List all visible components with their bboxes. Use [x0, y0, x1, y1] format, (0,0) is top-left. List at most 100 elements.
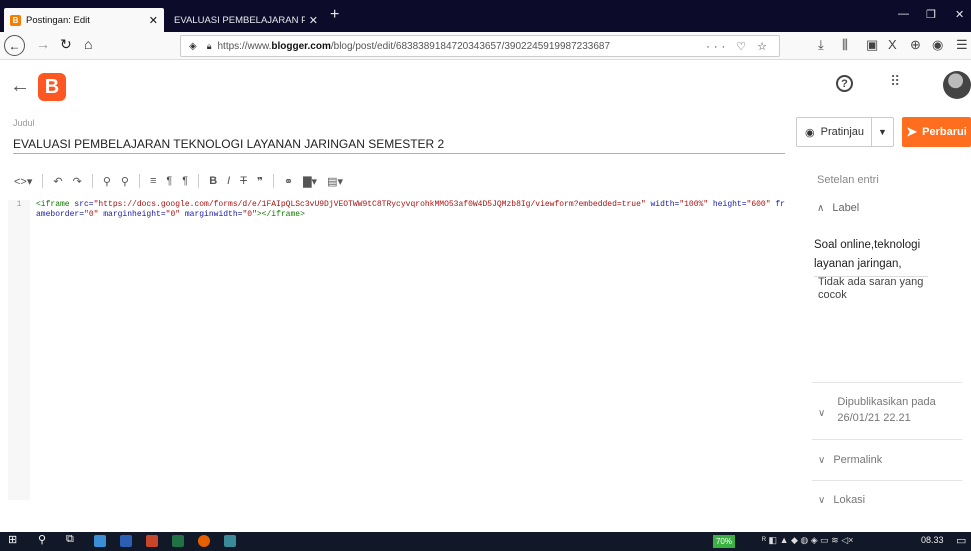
- label-heading: Label: [832, 202, 860, 214]
- search-replace-icon[interactable]: ⚲: [121, 175, 129, 188]
- location-section-toggle[interactable]: ∨ Lokasi: [818, 494, 865, 506]
- bold-icon[interactable]: B: [209, 175, 217, 187]
- powerpoint-icon[interactable]: [146, 535, 158, 547]
- published-label: Dipublikasikan pada: [837, 396, 936, 408]
- extension-x-icon[interactable]: X: [888, 37, 897, 52]
- account-icon[interactable]: ◉: [932, 37, 943, 53]
- back-icon[interactable]: ←: [4, 35, 25, 56]
- battery-indicator[interactable]: 70%: [713, 535, 735, 548]
- minimize-icon[interactable]: —: [898, 8, 909, 20]
- task-view-icon[interactable]: ⧉: [66, 533, 74, 546]
- apps-grid-icon[interactable]: ⠿: [890, 73, 900, 90]
- toolbar-divider: [42, 174, 44, 188]
- browser-nav-bar: ← → ↻ ⌂ ◈ 🔒︎ https://www.blogger.com/blo…: [0, 32, 971, 60]
- url-text: https://www.blogger.com/blog/post/edit/6…: [217, 40, 611, 52]
- chevron-down-icon: ∨: [818, 408, 826, 419]
- editor-toolbar: <>▾ ↶ ↷ ⚲ ⚲ ≡ ¶ ¶ B I T ❞ ⚭ ▇▾ ▤▾: [14, 172, 353, 190]
- browser-tab-strip: B Postingan: Edit ✕ EVALUASI PEMBELAJARA…: [0, 0, 971, 32]
- quote-icon[interactable]: ❞: [257, 175, 263, 188]
- back-arrow-icon[interactable]: ←: [10, 75, 30, 98]
- clock[interactable]: 08.33: [921, 535, 944, 545]
- chevron-down-icon: ∨: [818, 495, 826, 506]
- title-field-label: Judul: [13, 118, 35, 128]
- paragraph-alt-icon[interactable]: ¶: [182, 175, 188, 187]
- restore-icon[interactable]: ❐: [926, 8, 936, 21]
- help-icon[interactable]: ?: [836, 75, 853, 92]
- app-icon[interactable]: [224, 535, 236, 547]
- format-icon[interactable]: ≡: [150, 175, 156, 187]
- windows-start-icon[interactable]: ⊞: [8, 533, 17, 546]
- avatar[interactable]: [943, 71, 971, 99]
- new-tab-button[interactable]: +: [330, 6, 339, 24]
- paragraph-icon[interactable]: ¶: [166, 175, 172, 187]
- permalink-section-toggle[interactable]: ∨ Permalink: [818, 454, 882, 466]
- line-number: 1: [8, 200, 30, 500]
- post-settings-sidebar: Setelan entri ∧ Label Soal online,teknolo…: [804, 160, 971, 532]
- toolbar-divider: [138, 174, 140, 188]
- strikethrough-icon[interactable]: T: [240, 175, 247, 187]
- word-icon[interactable]: [120, 535, 132, 547]
- link-icon[interactable]: ⚭: [284, 175, 293, 188]
- permalink-label: Permalink: [833, 454, 883, 466]
- forward-icon[interactable]: →: [36, 36, 50, 52]
- close-tab-icon[interactable]: ✕: [309, 14, 318, 27]
- label-section-toggle[interactable]: ∧ Label: [817, 202, 859, 214]
- send-icon: ➤: [906, 124, 918, 139]
- home-icon[interactable]: ⌂: [84, 36, 92, 52]
- library-icon[interactable]: ⫼: [842, 37, 848, 53]
- chevron-down-icon: ∨: [818, 455, 826, 466]
- file-explorer-icon[interactable]: [94, 535, 106, 547]
- code-content[interactable]: <iframe src="https://docs.google.com/for…: [36, 200, 786, 220]
- url-bar[interactable]: ◈ 🔒︎ https://www.blogger.com/blog/post/e…: [180, 35, 780, 57]
- eye-icon: ◉: [805, 126, 815, 139]
- tab-evaluasi[interactable]: EVALUASI PEMBELAJARAN PEMRO ✕: [168, 8, 324, 32]
- chevron-down-icon[interactable]: ▼: [871, 118, 893, 146]
- undo-icon[interactable]: ↶: [53, 175, 62, 188]
- sidebar-title: Setelan entri: [817, 174, 879, 186]
- excel-icon[interactable]: [172, 535, 184, 547]
- post-title-input[interactable]: [13, 134, 785, 154]
- toolbar-divider: [198, 174, 200, 188]
- firefox-icon[interactable]: [198, 535, 210, 547]
- windows-taskbar: ⊞ ⚲ ⧉ 70% ᴿ ◧ ▲ ◆ ◍ ◈ ▭ ≋ ◁× 08.33 ▭: [0, 532, 971, 551]
- image-icon[interactable]: ▇▾: [303, 175, 317, 188]
- html-code-editor[interactable]: 1 <iframe src="https://docs.google.com/f…: [8, 196, 788, 526]
- toolbar-divider: [272, 174, 274, 188]
- update-label: Perbarui: [922, 126, 967, 138]
- update-button[interactable]: ➤ Perbarui: [902, 117, 971, 147]
- redo-icon[interactable]: ↷: [73, 175, 82, 188]
- blogger-logo[interactable]: B: [38, 73, 66, 101]
- sidebar-divider: [812, 439, 962, 440]
- globe-icon[interactable]: ⊕: [910, 37, 921, 53]
- tab-postingan-edit[interactable]: B Postingan: Edit ✕: [4, 8, 164, 32]
- blogger-editor-window: B Postingan: Edit ✕ EVALUASI PEMBELAJARA…: [0, 0, 971, 551]
- lock-icon: 🔒︎: [206, 40, 212, 51]
- preview-label: Pratinjau: [820, 126, 865, 138]
- blogger-header: ← B ? ⠿: [0, 61, 971, 113]
- toolbar-divider: [91, 174, 93, 188]
- page-actions-icon[interactable]: ··· ♡ ☆: [706, 40, 771, 53]
- close-tab-icon[interactable]: ✕: [149, 14, 158, 27]
- reload-icon[interactable]: ↻: [60, 36, 72, 53]
- video-icon[interactable]: ▤▾: [327, 175, 343, 188]
- search-icon[interactable]: ⚲: [38, 533, 46, 546]
- sidebar-divider: [812, 382, 962, 383]
- notification-icon[interactable]: ▭: [956, 534, 966, 547]
- chevron-up-icon: ∧: [817, 203, 825, 214]
- close-window-icon[interactable]: ✕: [955, 8, 964, 21]
- sidebar-divider: [812, 480, 962, 481]
- label-input[interactable]: Soal online,teknologi layanan jaringan,: [814, 236, 928, 277]
- sidebar-toggle-icon[interactable]: ▣: [866, 37, 878, 53]
- published-section-toggle[interactable]: ∨ Dipublikasikan pada 26/01/21 22.21: [818, 394, 968, 426]
- italic-icon[interactable]: I: [227, 175, 230, 187]
- menu-icon[interactable]: ☰: [956, 37, 968, 53]
- html-view-icon[interactable]: <>▾: [14, 175, 32, 188]
- shield-icon: ◈: [189, 40, 197, 52]
- system-tray-icons[interactable]: ᴿ ◧ ▲ ◆ ◍ ◈ ▭ ≋ ◁×: [762, 535, 853, 546]
- preview-button[interactable]: ◉ Pratinjau ▼: [796, 117, 894, 147]
- published-date: 26/01/21 22.21: [837, 412, 911, 424]
- tab-label: EVALUASI PEMBELAJARAN PEMRO: [174, 14, 305, 26]
- label-suggestion: Tidak ada saran yang cocok: [818, 276, 924, 301]
- search-icon[interactable]: ⚲: [103, 175, 111, 188]
- download-icon[interactable]: ⤓: [818, 37, 824, 53]
